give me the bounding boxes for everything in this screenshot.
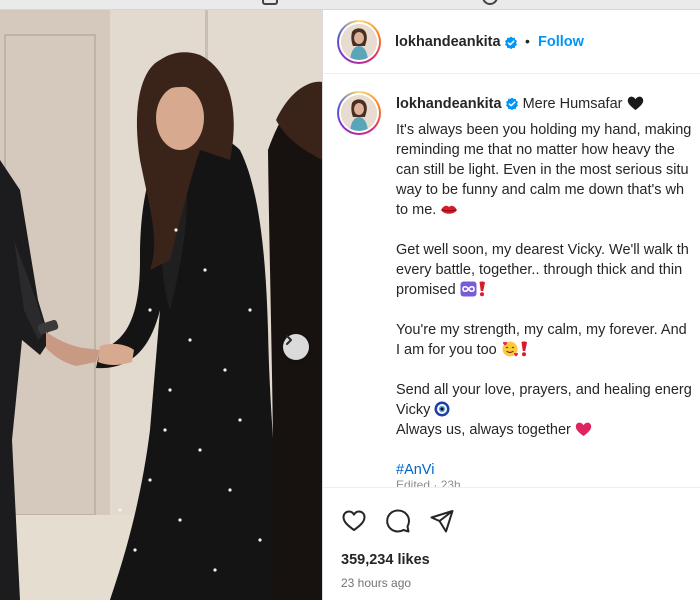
post-photo-illustration bbox=[0, 10, 322, 600]
post-time[interactable]: 23 hours ago bbox=[341, 576, 411, 590]
caption-line: Send all your love, prayers, and healing… bbox=[396, 382, 692, 398]
verified-badge-icon bbox=[505, 36, 517, 50]
top-chrome-strip bbox=[0, 0, 700, 10]
caption-line-with-emoji: promised bbox=[396, 280, 700, 300]
caption-text: It's always been you holding my hand, ma… bbox=[396, 120, 700, 480]
share-icon[interactable] bbox=[429, 508, 455, 534]
avatar-photo bbox=[341, 24, 377, 60]
caption-line-text: I am for you too bbox=[396, 342, 497, 358]
post-actions: 359,234 likes 23 hours ago bbox=[323, 487, 700, 600]
hashtag-link[interactable]: #AnVi bbox=[396, 462, 434, 478]
follow-button[interactable]: Follow bbox=[538, 34, 584, 50]
caption-line: reminding me that no matter how heavy th… bbox=[396, 142, 675, 158]
infinity-emoji-icon bbox=[460, 281, 477, 297]
caption-line-text: Vicky bbox=[396, 402, 431, 418]
comment-icon[interactable] bbox=[385, 508, 411, 534]
avatar-photo bbox=[341, 95, 377, 131]
circle-icon[interactable] bbox=[482, 0, 498, 5]
username[interactable]: lokhandeankita bbox=[395, 34, 501, 50]
verified-badge-icon bbox=[505, 97, 518, 111]
separator-dot: • bbox=[525, 33, 530, 49]
nazar-amulet-emoji-icon bbox=[434, 401, 450, 417]
red-exclamation-emoji-icon bbox=[521, 341, 527, 357]
caption-line: You're my strength, my calm, my forever.… bbox=[396, 322, 687, 338]
caption-line-with-emoji: I am for you too bbox=[396, 340, 700, 360]
avatar[interactable] bbox=[337, 20, 381, 64]
edited-timestamp: Edited · 23h bbox=[396, 478, 461, 487]
caption-line: It's always been you holding my hand, ma… bbox=[396, 122, 692, 138]
heart-icon[interactable] bbox=[341, 508, 367, 534]
caption-line: Get well soon, my dearest Vicky. We'll w… bbox=[396, 242, 689, 258]
caption-line: can still be light. Even in the most ser… bbox=[396, 162, 689, 178]
caption-area: lokhandeankita Mere Humsafar It's always… bbox=[323, 75, 700, 487]
caption-line-text: promised bbox=[396, 282, 456, 298]
black-heart-emoji-icon bbox=[627, 96, 643, 110]
caption-line: way to be funny and calm me down that's … bbox=[396, 182, 685, 198]
caption-line: every battle, together.. through thick a… bbox=[396, 262, 683, 278]
caption-line-with-emoji: to me. bbox=[396, 200, 700, 220]
chevron-right-icon bbox=[286, 335, 292, 345]
caption-title: Mere Humsafar bbox=[522, 96, 623, 112]
caption-line-with-emoji: Vicky bbox=[396, 400, 700, 420]
post-details-panel: lokhandeankita • Follow lokhandeankita M… bbox=[322, 10, 700, 600]
caption-line-with-emoji: Always us, always together bbox=[396, 420, 700, 440]
caption-header: lokhandeankita Mere Humsafar bbox=[396, 96, 644, 112]
red-exclamation-emoji-icon bbox=[479, 281, 485, 297]
smiling-hearts-emoji-icon bbox=[502, 341, 518, 357]
red-heart-emoji-icon bbox=[575, 422, 592, 436]
caption-avatar[interactable] bbox=[337, 91, 381, 135]
kiss-lips-emoji-icon bbox=[441, 205, 458, 214]
caption-line-text: to me. bbox=[396, 202, 437, 218]
post-header: lokhandeankita • Follow bbox=[323, 10, 700, 74]
carousel-next-button[interactable] bbox=[283, 334, 309, 360]
grid-icon[interactable] bbox=[262, 0, 278, 5]
caption-line-text: Always us, always together bbox=[396, 422, 571, 438]
caption-username[interactable]: lokhandeankita bbox=[396, 96, 502, 112]
post-image bbox=[0, 10, 322, 600]
likes-count[interactable]: 359,234 likes bbox=[341, 552, 430, 568]
